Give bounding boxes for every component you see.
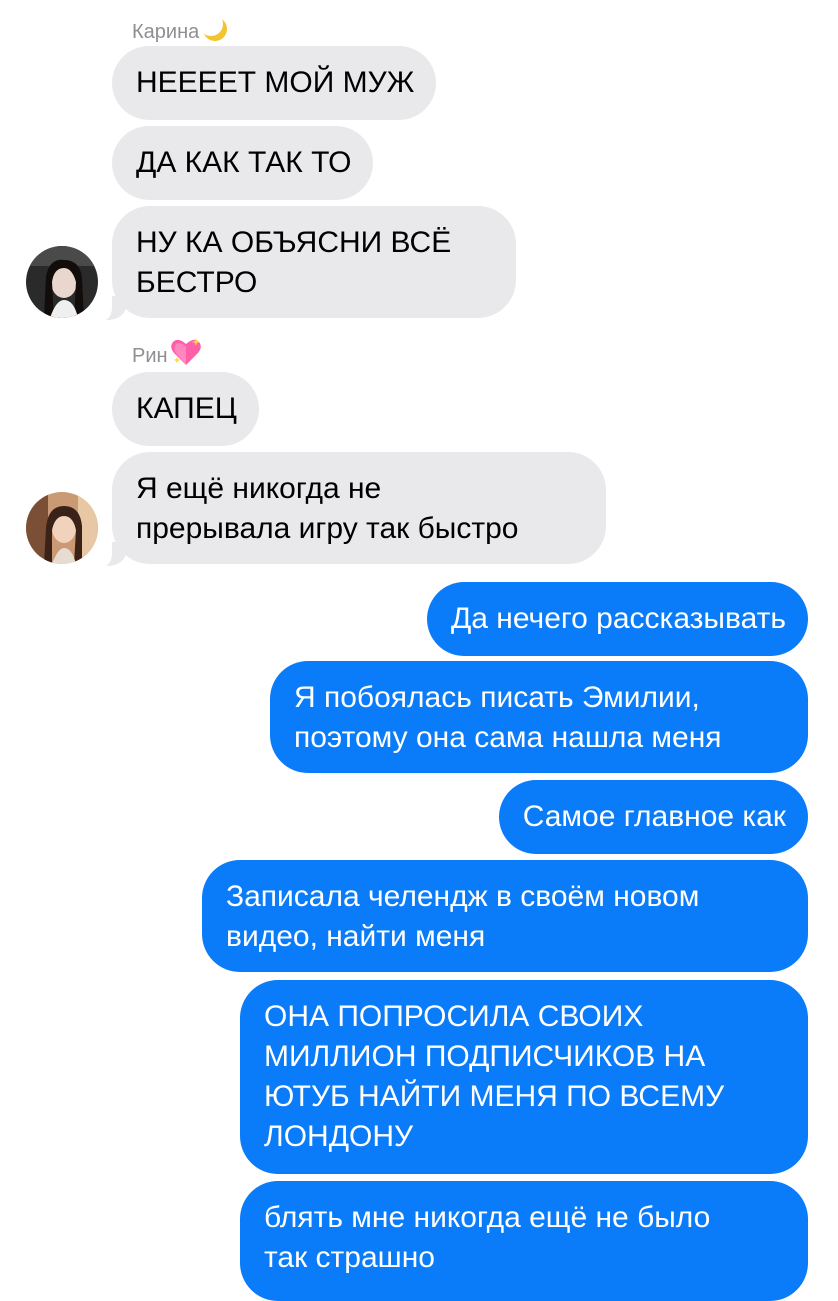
message-bubble[interactable]: блять мне никогда ещё не было так страшн… [240, 1181, 808, 1301]
message-bubble[interactable]: НЕЕЕЕТ МОЙ МУЖ [112, 46, 437, 120]
bubble-tail [94, 296, 126, 322]
crescent-moon-icon [199, 12, 230, 50]
message-bubble[interactable]: КАПЕЦ [112, 372, 259, 446]
message-bubble[interactable]: ОНА ПОПРОСИЛА СВОИХ МИЛЛИОН ПОДПИСЧИКОВ … [240, 980, 808, 1174]
message-bubble[interactable]: Записала челендж в своём новом видео, на… [202, 860, 808, 972]
sender-name-karina: Карина [132, 12, 230, 50]
sender-name-rin: Рин [132, 337, 203, 375]
message-bubble[interactable]: Я побоялась писать Эмилии, поэтому она с… [270, 661, 808, 773]
message-bubble[interactable]: Самое главное как [498, 780, 808, 854]
message-bubble[interactable]: ДА КАК ТАК ТО [112, 126, 374, 200]
avatar-rin[interactable] [26, 492, 98, 564]
sparkling-heart-icon [169, 337, 203, 375]
message-bubble[interactable]: НУ КА ОБЪЯСНИ ВСЁ БЕСТРО [112, 206, 516, 318]
message-bubble[interactable]: Да нечего рассказывать [426, 582, 808, 656]
bubble-tail [94, 542, 126, 568]
message-bubble[interactable]: Я ещё никогда не прерывала игру так быст… [112, 452, 606, 564]
avatar-karina[interactable] [26, 246, 98, 318]
